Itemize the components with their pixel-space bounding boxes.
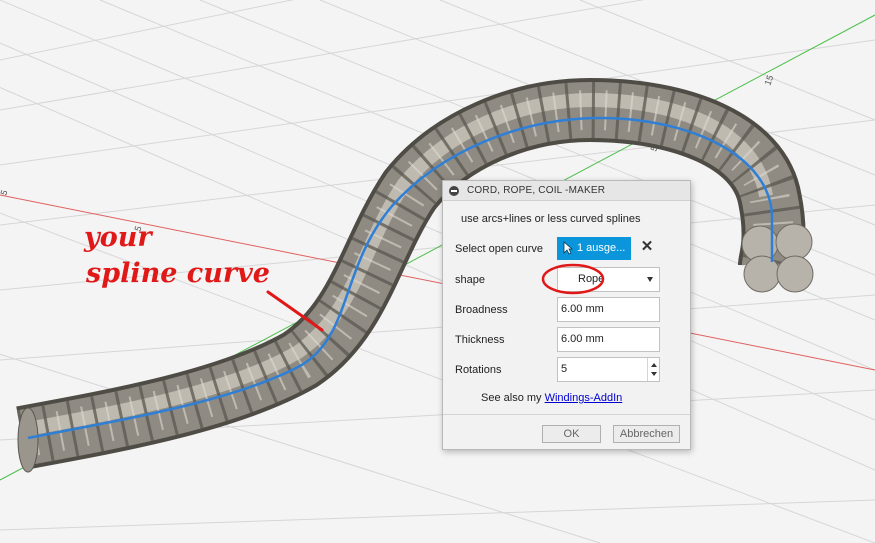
dialog-divider [443, 414, 690, 415]
thickness-field[interactable]: 6.00 mm [557, 327, 660, 352]
windings-addin-link[interactable]: Windings-AddIn [545, 392, 623, 404]
spinner-icon[interactable] [647, 358, 659, 381]
select-open-curve-value: 1 ausge... [577, 242, 626, 254]
spinner-up-icon[interactable] [651, 363, 657, 367]
canvas-viewport[interactable]: 15 5 5 5 your spline curve [0, 0, 875, 543]
broadness-value: 6.00 mm [561, 303, 604, 315]
dialog-hint: use arcs+lines or less curved splines [461, 213, 641, 225]
shape-label: shape [455, 274, 485, 286]
cursor-arrow-icon [563, 241, 573, 255]
dialog-title-bar[interactable]: CORD, ROPE, COIL -MAKER [443, 181, 690, 201]
see-also-text: See also my Windings-AddIn [481, 392, 622, 404]
rotations-stepper[interactable]: 5 [557, 357, 660, 382]
cord-rope-coil-maker-dialog: CORD, ROPE, COIL -MAKER use arcs+lines o… [442, 180, 691, 450]
select-open-curve-label: Select open curve [455, 243, 544, 255]
annotation-your: your [83, 222, 153, 253]
collapse-icon[interactable] [449, 186, 459, 196]
cancel-button[interactable]: Abbrechen [613, 425, 680, 443]
rotations-value: 5 [561, 363, 568, 375]
dialog-title: CORD, ROPE, COIL -MAKER [467, 185, 606, 196]
clear-x-icon[interactable]: ✕ [640, 239, 654, 254]
dropdown-arrow-icon [647, 277, 653, 282]
spinner-down-icon[interactable] [651, 372, 657, 376]
annotation-spline-curve: spline curve [85, 258, 270, 289]
thickness-label: Thickness [455, 334, 505, 346]
thickness-value: 6.00 mm [561, 333, 604, 345]
rope-highlight-circle [541, 263, 605, 295]
ok-button[interactable]: OK [542, 425, 601, 443]
rotations-label: Rotations [455, 364, 502, 376]
broadness-field[interactable]: 6.00 mm [557, 297, 660, 322]
broadness-label: Broadness [455, 304, 508, 316]
select-open-curve-button[interactable]: 1 ausge... [557, 237, 631, 260]
see-also-prefix: See also my [481, 392, 545, 404]
